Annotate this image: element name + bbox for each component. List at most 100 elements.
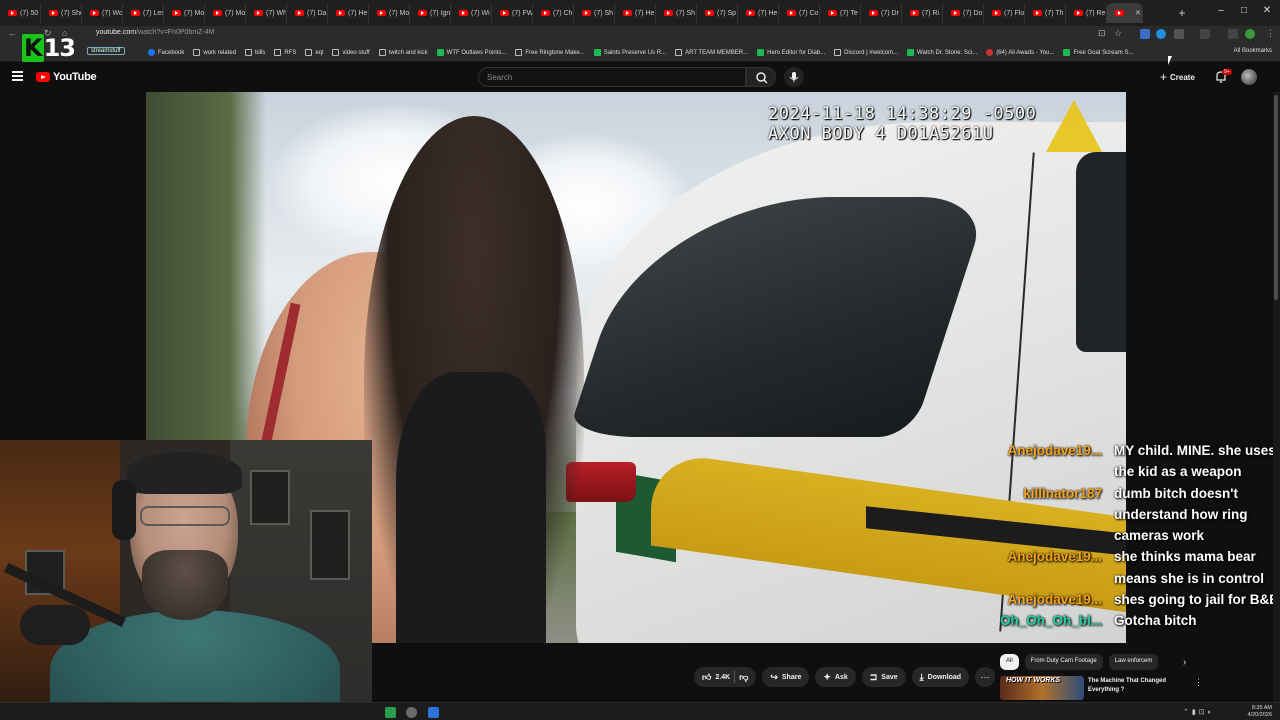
bookmark-item[interactable]: Watch Dr. Stone: Sci...: [907, 49, 977, 56]
filter-chip[interactable]: From Duty Cam Footage: [1024, 654, 1103, 670]
close-window-button[interactable]: ✕: [1256, 5, 1278, 16]
app-icon[interactable]: [385, 707, 396, 718]
wall-poster: [310, 510, 350, 580]
chevron-right-icon[interactable]: ›: [1183, 657, 1186, 668]
chat-message: Anejodave19... MY child. MINE. she uses: [1000, 440, 1280, 461]
sidepanel-icon[interactable]: [1228, 29, 1238, 39]
browser-tab[interactable]: (7) Wh: [246, 3, 287, 23]
system-tray-icons[interactable]: ⌃▮⊡◐: [1183, 708, 1215, 716]
more-actions-icon[interactable]: ⋯: [975, 667, 996, 687]
recommended-video-title[interactable]: The Machine That Changed Everything ?: [1088, 677, 1193, 695]
browser-tab[interactable]: (7) Dr: [861, 3, 902, 23]
bookmark-item[interactable]: Free Ringtone Make...: [515, 49, 585, 56]
active-browser-tab[interactable]: ✕: [1107, 3, 1143, 23]
browser-tab[interactable]: (7) Ign: [410, 3, 451, 23]
thumbs-down-icon[interactable]: 👎︎: [739, 672, 748, 683]
bookmark-star-icon[interactable]: ☆: [1114, 28, 1122, 39]
browser-tab[interactable]: (7) Wo: [82, 3, 123, 23]
browser-tab[interactable]: (7) Ri: [902, 3, 943, 23]
all-bookmarks[interactable]: All Bookmarks: [1234, 48, 1272, 54]
browser-tab[interactable]: (7) Mo: [164, 3, 205, 23]
scrollbar-thumb[interactable]: [1274, 95, 1278, 300]
browser-tab[interactable]: (7) Sp: [697, 3, 738, 23]
browser-tab[interactable]: (7) FW: [492, 3, 533, 23]
app-icon[interactable]: [428, 707, 439, 718]
url-field[interactable]: youtube.com/watch?v=Fn0P0bmZ-4M: [96, 29, 215, 36]
minimize-button[interactable]: –: [1210, 5, 1232, 16]
bookmark-item[interactable]: (64) Ali Awads - You...: [986, 49, 1054, 56]
clock[interactable]: 8:35 AM 4/20/2026: [1248, 705, 1272, 719]
browser-tab[interactable]: (7) He: [328, 3, 369, 23]
browser-tab[interactable]: (7) Sh: [656, 3, 697, 23]
browser-tab[interactable]: (7) Do: [943, 3, 984, 23]
bookmark-item[interactable]: bills: [245, 49, 265, 56]
browser-tab[interactable]: (7) 50: [0, 3, 41, 23]
save-button[interactable]: ⊐ Save: [861, 667, 906, 687]
bookmark-item[interactable]: Saints Preserve Us R...: [593, 49, 666, 56]
tab-label: (7) Dr: [881, 9, 899, 17]
browser-menu-icon[interactable]: ⋮: [1266, 28, 1275, 39]
close-tab-icon[interactable]: ✕: [1135, 9, 1141, 17]
bookmark-item[interactable]: work related: [193, 49, 236, 56]
thumbs-up-icon[interactable]: 👍︎: [702, 672, 711, 683]
download-button[interactable]: ⤓ Download: [911, 667, 970, 687]
browser-tab[interactable]: (7) He: [738, 3, 779, 23]
profile-avatar[interactable]: [1245, 29, 1255, 39]
create-button[interactable]: + Create: [1160, 70, 1195, 84]
search-button[interactable]: [746, 67, 776, 87]
youtube-favicon-icon: [746, 10, 755, 16]
bookmark-item[interactable]: Facebook: [148, 49, 184, 56]
browser-tab[interactable]: (7) She: [41, 3, 82, 23]
voice-search-button[interactable]: [784, 67, 804, 87]
video-thumbnail[interactable]: HOW IT WORKS: [1000, 676, 1084, 700]
bookmark-item[interactable]: eql: [305, 49, 323, 56]
ask-button[interactable]: ✦ Ask: [815, 667, 856, 687]
bookmark-item[interactable]: ART TEAM MEMBER...: [675, 49, 748, 56]
bookmark-item[interactable]: RFS: [274, 49, 296, 56]
browser-tab[interactable]: (7) Da: [287, 3, 328, 23]
filter-chip[interactable]: All: [1000, 654, 1019, 670]
youtube-logo[interactable]: YouTube: [36, 71, 97, 83]
browser-tab[interactable]: (7) Mo: [369, 3, 410, 23]
settings-icon[interactable]: [406, 707, 417, 718]
filter-chip[interactable]: Law enforcem: [1108, 654, 1159, 670]
browser-tab[interactable]: (7) Flo: [984, 3, 1025, 23]
browser-tab[interactable]: (7) Les: [123, 3, 164, 23]
browser-tab[interactable]: (7) Co: [779, 3, 820, 23]
more-vert-icon[interactable]: ⋮: [1194, 677, 1203, 688]
bookmark-item[interactable]: WTF Outlaws Points...: [436, 49, 506, 56]
install-icon[interactable]: ⊡: [1098, 28, 1106, 39]
recommended-video[interactable]: HOW IT WORKS The Machine That Changed Ev…: [1000, 676, 1200, 700]
search-input[interactable]: Search: [478, 67, 746, 87]
browser-tab[interactable]: (7) He: [615, 3, 656, 23]
bookmark-item[interactable]: twitch and kick: [378, 49, 428, 56]
browser-tab[interactable]: (7) Wi: [451, 3, 492, 23]
tab-label: (7) Wh: [266, 9, 287, 17]
bookmark-streamstuff[interactable]: streamstuff: [87, 47, 125, 55]
share-icon: ↪: [770, 671, 778, 682]
extension-icon[interactable]: [1156, 29, 1166, 39]
account-avatar[interactable]: [1241, 69, 1257, 85]
browser-tab[interactable]: (7) Ch: [533, 3, 574, 23]
browser-tab[interactable]: (7) Re: [1066, 3, 1107, 23]
hamburger-menu-icon[interactable]: [12, 71, 23, 81]
maximize-button[interactable]: □: [1233, 5, 1255, 16]
new-tab-button[interactable]: +: [1174, 5, 1190, 21]
downloads-icon[interactable]: [1200, 29, 1210, 39]
bookmark-item[interactable]: Free Goat Scream S...: [1063, 49, 1133, 56]
browser-tab[interactable]: (7) Th: [1025, 3, 1066, 23]
share-button[interactable]: ↪ Share: [762, 667, 810, 687]
divider: [734, 671, 736, 683]
bookmark-item[interactable]: Discord | #welcom...: [834, 49, 898, 56]
browser-tab-strip: (7) 50 (7) She (7) Wo (7) Les (7) Mo (7) Mo (7…: [0, 0, 1280, 26]
back-icon[interactable]: ←: [8, 28, 17, 38]
browser-tab[interactable]: (7) Te: [820, 3, 861, 23]
bookmark-item[interactable]: Hero Editor for Diab...: [757, 49, 825, 56]
browser-tab[interactable]: (7) Sh: [574, 3, 615, 23]
like-dislike-button[interactable]: 👍︎ 2.4K 👎︎: [694, 667, 757, 687]
browser-tab[interactable]: (7) Mo: [205, 3, 246, 23]
extensions-puzzle-icon[interactable]: [1174, 29, 1184, 39]
youtube-logo-icon: [36, 72, 50, 82]
extension-icon[interactable]: [1140, 29, 1150, 39]
bookmark-item[interactable]: video stuff: [332, 49, 370, 56]
